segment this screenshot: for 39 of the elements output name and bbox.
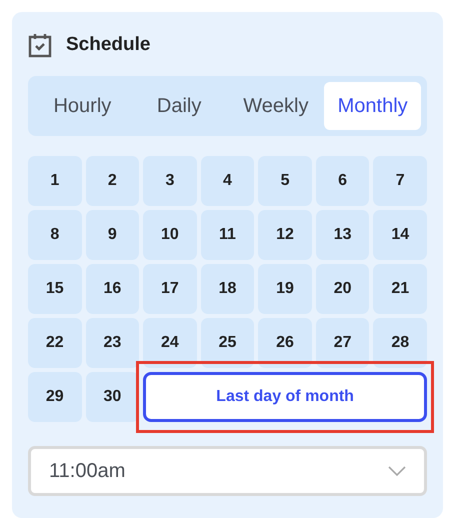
day-button[interactable]: 2 (86, 156, 140, 206)
day-button[interactable]: 18 (200, 264, 254, 314)
day-button[interactable]: 16 (86, 264, 140, 314)
time-dropdown[interactable]: 11:00am (28, 446, 427, 496)
day-button[interactable]: 13 (316, 210, 370, 260)
chevron-down-icon (388, 466, 406, 476)
day-button[interactable]: 23 (86, 318, 140, 368)
day-button[interactable]: 5 (258, 156, 312, 206)
day-button[interactable]: 11 (200, 210, 254, 260)
day-button[interactable]: 8 (28, 210, 82, 260)
day-button[interactable]: 15 (28, 264, 82, 314)
day-button[interactable]: 27 (316, 318, 370, 368)
last-day-button[interactable]: Last day of month (143, 372, 427, 422)
day-button[interactable]: 3 (143, 156, 197, 206)
day-button[interactable]: 12 (258, 210, 312, 260)
day-button[interactable]: 19 (258, 264, 312, 314)
frequency-tab[interactable]: Daily (130, 82, 228, 130)
day-button[interactable]: 17 (143, 264, 197, 314)
day-button[interactable]: 28 (373, 318, 427, 368)
day-button[interactable]: 29 (28, 372, 82, 422)
day-button[interactable]: 7 (373, 156, 427, 206)
day-button[interactable]: 14 (373, 210, 427, 260)
frequency-tab[interactable]: Monthly (324, 82, 421, 130)
frequency-tab[interactable]: Weekly (228, 82, 324, 130)
day-button[interactable]: 4 (200, 156, 254, 206)
frequency-tab[interactable]: Hourly (34, 82, 131, 130)
day-button[interactable]: 10 (143, 210, 197, 260)
day-button[interactable]: 22 (28, 318, 82, 368)
day-button[interactable]: 9 (86, 210, 140, 260)
calendar-icon (28, 32, 52, 58)
day-button[interactable]: 24 (143, 318, 197, 368)
day-button[interactable]: 20 (316, 264, 370, 314)
day-button[interactable]: 25 (200, 318, 254, 368)
day-button[interactable]: 1 (28, 156, 82, 206)
section-title: Schedule (66, 32, 150, 57)
day-button[interactable]: 26 (258, 318, 312, 368)
time-value: 11:00am (49, 459, 126, 484)
day-button[interactable]: 21 (373, 264, 427, 314)
day-button[interactable]: 6 (316, 156, 370, 206)
